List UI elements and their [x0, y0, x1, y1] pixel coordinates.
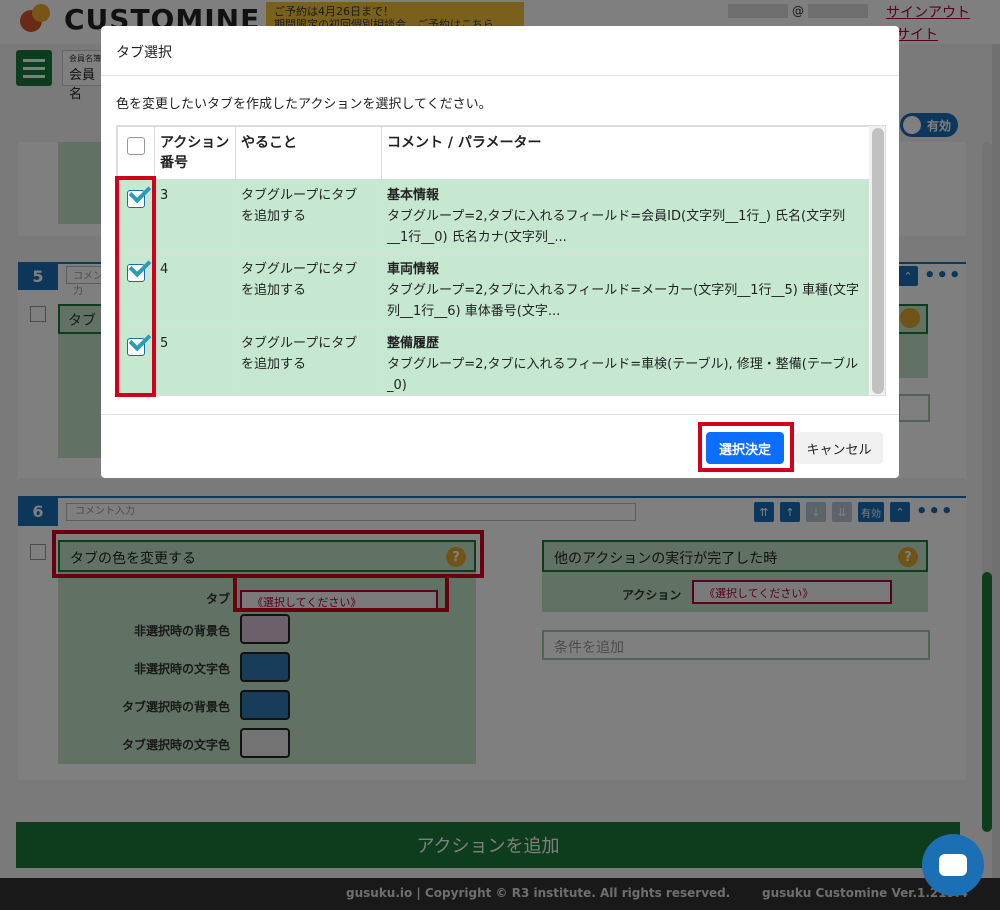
- select-all-checkbox[interactable]: [127, 137, 145, 155]
- column-header-task: やること: [235, 126, 382, 180]
- row-checkbox-cell: [117, 327, 155, 395]
- table-row[interactable]: 4 タブグループにタブ を追加する 車両情報 タブグループ=2,タブに入れるフィ…: [117, 253, 870, 328]
- row-comment: 車両情報 タブグループ=2,タブに入れるフィールド=メーカー(文字列__1行__…: [381, 253, 870, 328]
- table-row[interactable]: 3 タブグループにタブ を追加する 基本情報 タブグループ=2,タブに入れるフィ…: [117, 179, 870, 254]
- row-task: タブグループにタブ を追加する: [235, 327, 382, 395]
- check-icon: [128, 180, 152, 204]
- row-checkbox-cell: [117, 179, 155, 254]
- confirm-selection-button[interactable]: 選択決定: [706, 432, 784, 464]
- modal-header: タブ選択: [101, 26, 899, 76]
- table-scrollbar[interactable]: [869, 126, 885, 395]
- row-checkbox[interactable]: [127, 180, 152, 208]
- row-checkbox[interactable]: [127, 328, 152, 356]
- row-task: タブグループにタブ を追加する: [235, 179, 382, 254]
- row-checkbox-cell: [117, 253, 155, 328]
- column-header-number: アクション 番号: [154, 126, 236, 180]
- column-header-comment: コメント / パラメーター: [381, 126, 870, 180]
- cancel-button[interactable]: キャンセル: [795, 432, 883, 464]
- row-number: 5: [154, 327, 236, 395]
- row-params: タブグループ=2,タブに入れるフィールド=会員ID(文字列__1行_) 氏名(文…: [387, 209, 846, 245]
- modal-title: タブ選択: [116, 45, 172, 61]
- row-comment: 整備履歴 タブグループ=2,タブに入れるフィールド=車検(テーブル), 修理・整…: [381, 327, 870, 395]
- row-number: 4: [154, 253, 236, 328]
- table-row[interactable]: 5 タブグループにタブ を追加する 整備履歴 タブグループ=2,タブに入れるフィ…: [117, 327, 870, 395]
- tab-select-modal: タブ選択 色を変更したいタブを作成したアクションを選択してください。 アクション…: [101, 26, 899, 478]
- check-icon: [128, 328, 152, 352]
- select-all-cell: [117, 126, 155, 180]
- modal-footer: 選択決定 キャンセル: [101, 414, 899, 478]
- table-header-row: アクション 番号 やること コメント / パラメーター: [117, 126, 870, 180]
- action-table: アクション 番号 やること コメント / パラメーター 3 タブグループにタブ …: [117, 126, 870, 395]
- chat-button[interactable]: [922, 834, 984, 896]
- modal-description: 色を変更したいタブを作成したアクションを選択してください。: [116, 97, 492, 112]
- row-number: 3: [154, 179, 236, 254]
- row-comment: 基本情報 タブグループ=2,タブに入れるフィールド=会員ID(文字列__1行_)…: [381, 179, 870, 254]
- row-comment-title: 車両情報: [387, 262, 440, 277]
- row-comment-title: 基本情報: [387, 188, 440, 203]
- row-task: タブグループにタブ を追加する: [235, 253, 382, 328]
- check-icon: [128, 254, 152, 278]
- row-params: タブグループ=2,タブに入れるフィールド=メーカー(文字列__1行__5) 車種…: [387, 283, 860, 319]
- row-params: タブグループ=2,タブに入れるフィールド=車検(テーブル), 修理・整備(テーブ…: [387, 357, 859, 393]
- row-checkbox[interactable]: [127, 254, 152, 282]
- chat-bubble-icon: [939, 854, 967, 876]
- row-comment-title: 整備履歴: [387, 336, 440, 351]
- action-table-wrap: アクション 番号 やること コメント / パラメーター 3 タブグループにタブ …: [116, 125, 886, 396]
